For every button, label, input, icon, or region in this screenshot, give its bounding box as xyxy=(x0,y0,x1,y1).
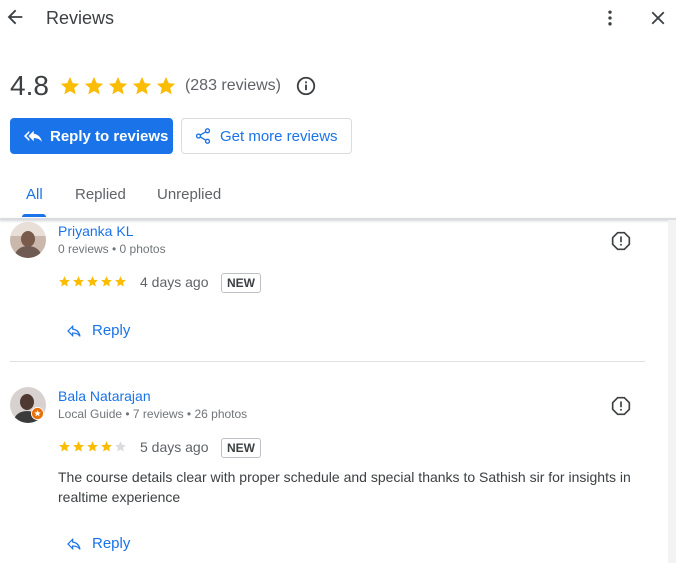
rating-summary: 4.8 (283 reviews) xyxy=(10,70,317,102)
scrollbar[interactable] xyxy=(668,220,676,563)
avatar[interactable] xyxy=(10,222,46,258)
star-filled-icon xyxy=(108,76,128,95)
review-tabs: All Replied Unreplied xyxy=(0,176,676,218)
star-filled-icon xyxy=(73,276,84,287)
star-filled-icon xyxy=(101,441,112,452)
share-icon xyxy=(195,128,211,144)
review-date: 5 days ago xyxy=(140,439,209,455)
tab-replied[interactable]: Replied xyxy=(75,186,126,203)
reply-icon xyxy=(67,537,81,550)
more-vert-icon[interactable] xyxy=(600,7,620,29)
star-filled-icon xyxy=(115,276,126,287)
close-icon[interactable] xyxy=(647,7,669,29)
average-rating: 4.8 xyxy=(10,70,49,101)
star-filled-icon xyxy=(87,276,98,287)
star-filled-icon xyxy=(59,276,70,287)
star-empty-icon xyxy=(115,441,126,452)
page-title: Reviews xyxy=(46,8,115,28)
tab-unreplied[interactable]: Unreplied xyxy=(157,186,221,203)
star-filled-icon xyxy=(60,76,80,95)
review-divider xyxy=(10,361,645,362)
review-stars xyxy=(58,275,127,288)
star-filled-icon xyxy=(132,76,152,95)
star-filled-icon xyxy=(156,76,176,95)
reply-to-reviews-button[interactable]: Reply to reviews xyxy=(10,118,173,154)
reply-label: Reply xyxy=(92,322,131,339)
get-more-reviews-button[interactable]: Get more reviews xyxy=(181,118,352,154)
reviewer-meta: Local Guide • 7 reviews • 26 photos xyxy=(58,407,248,421)
new-badge: NEW xyxy=(221,273,261,293)
rating-stars xyxy=(59,75,177,97)
local-guide-badge-icon xyxy=(31,407,44,420)
reply-all-icon xyxy=(24,130,42,142)
get-more-reviews-label: Get more reviews xyxy=(220,127,338,145)
review-date: 4 days ago xyxy=(140,274,209,290)
review-stars xyxy=(58,440,127,453)
arrow-back-icon[interactable] xyxy=(4,6,26,28)
report-icon[interactable] xyxy=(611,396,631,416)
reviewer-name[interactable]: Bala Natarajan xyxy=(58,388,151,404)
star-filled-icon xyxy=(73,441,84,452)
star-filled-icon xyxy=(84,76,104,95)
review-text: The course details clear with proper sch… xyxy=(58,469,631,505)
new-badge: NEW xyxy=(221,438,261,458)
reply-label: Reply xyxy=(92,535,131,552)
report-icon[interactable] xyxy=(611,231,631,251)
star-filled-icon xyxy=(59,441,70,452)
info-icon[interactable] xyxy=(295,75,317,97)
review-list[interactable]: Priyanka KL 0 reviews • 0 photos 4 days … xyxy=(0,220,676,563)
header-bar: Reviews xyxy=(0,0,676,36)
reply-button[interactable]: Reply xyxy=(66,322,130,339)
reply-to-reviews-label: Reply to reviews xyxy=(50,127,169,145)
star-filled-icon xyxy=(101,276,112,287)
tab-all[interactable]: All xyxy=(26,186,43,203)
reviewer-meta: 0 reviews • 0 photos xyxy=(58,242,166,256)
reviewer-name[interactable]: Priyanka KL xyxy=(58,223,133,239)
review-count: (283 reviews) xyxy=(184,77,281,94)
star-filled-icon xyxy=(87,441,98,452)
reply-icon xyxy=(67,324,81,337)
active-tab-indicator xyxy=(22,214,46,217)
reply-button[interactable]: Reply xyxy=(66,535,130,552)
